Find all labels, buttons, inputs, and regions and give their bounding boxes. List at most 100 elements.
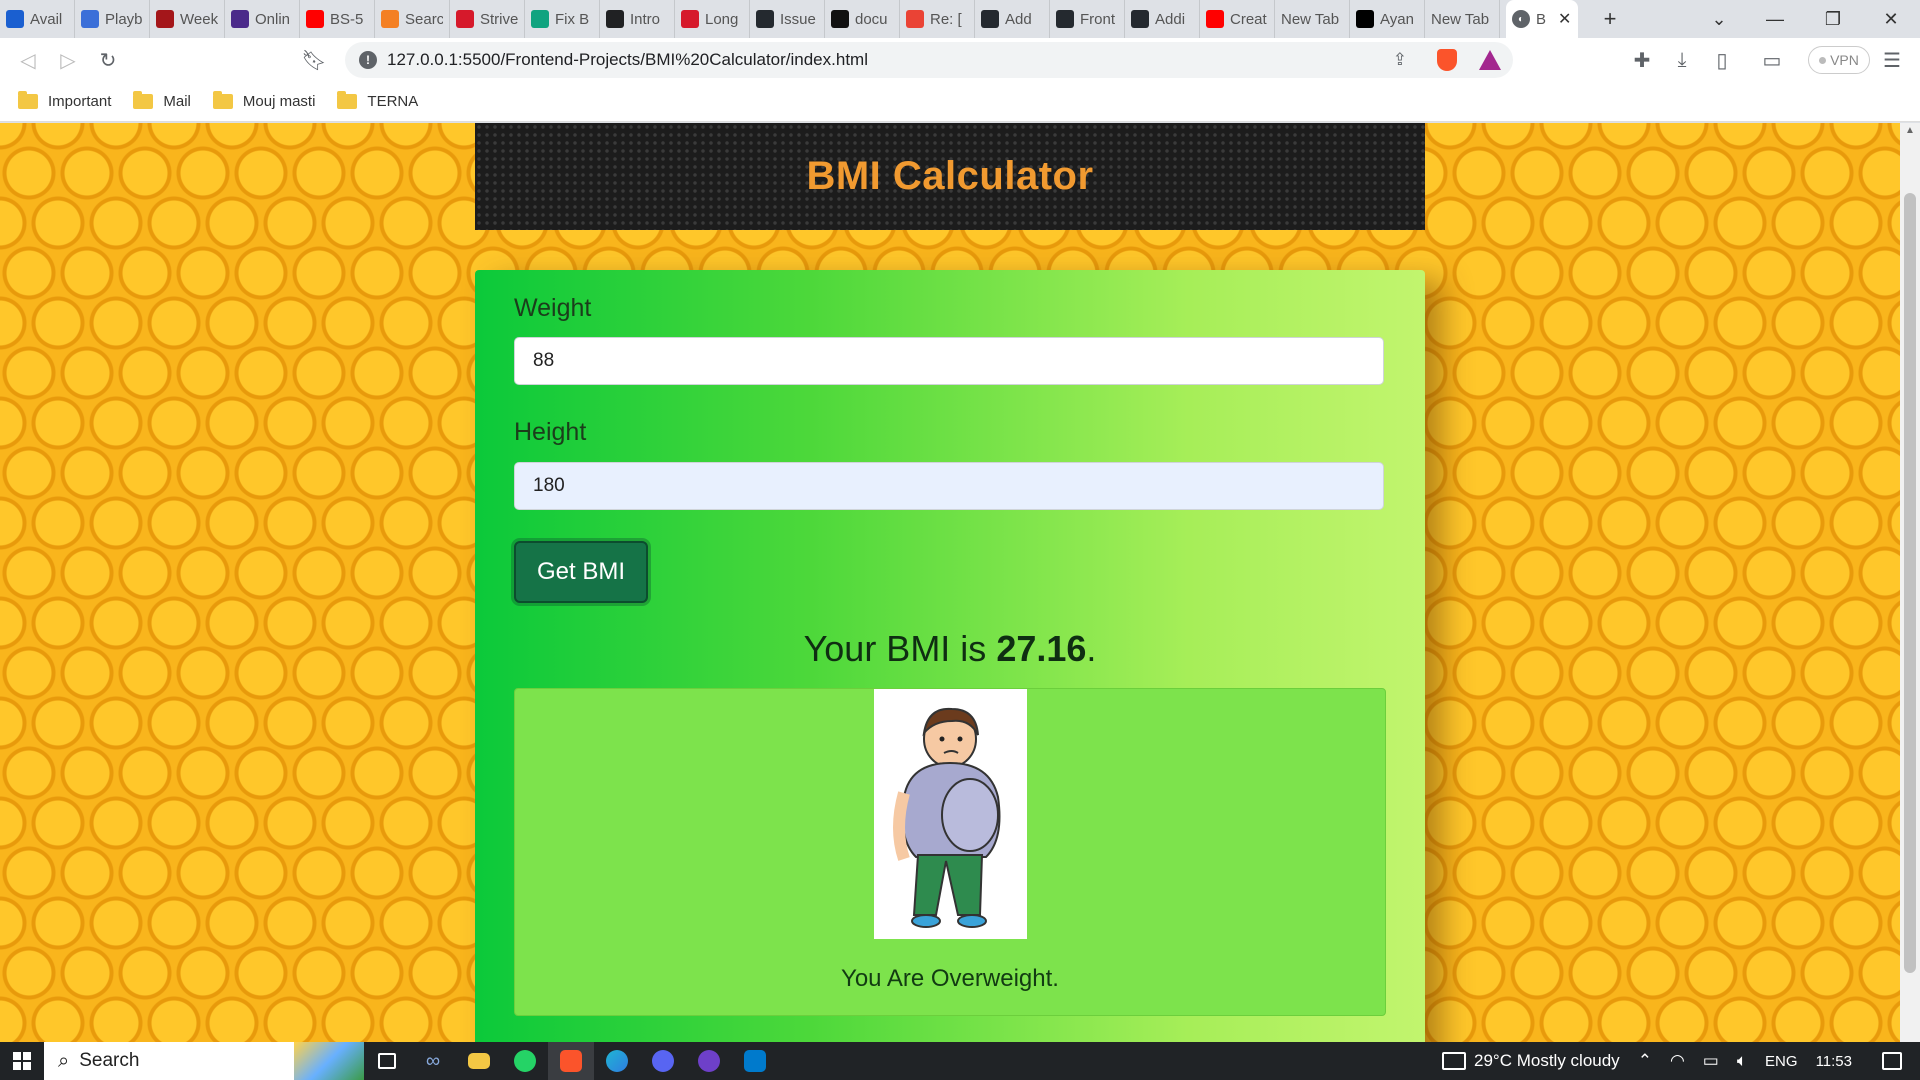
bookmark-label: Mouj masti bbox=[242, 93, 316, 110]
forward-icon[interactable]: ▷ bbox=[48, 40, 88, 80]
menu-icon[interactable]: ☰ bbox=[1872, 40, 1912, 80]
notifications-icon[interactable] bbox=[1882, 1052, 1902, 1070]
scroll-thumb[interactable] bbox=[1904, 193, 1916, 973]
tab[interactable]: New Tab bbox=[1275, 0, 1350, 38]
tab[interactable]: Searc bbox=[375, 0, 450, 38]
tab[interactable]: Week bbox=[150, 0, 225, 38]
bookmark-folder-mail[interactable]: Mail bbox=[133, 91, 191, 110]
vpn-status-icon bbox=[1819, 56, 1827, 64]
brave-icon[interactable] bbox=[548, 1042, 594, 1080]
search-site-icon bbox=[381, 10, 399, 28]
weather-text[interactable]: 29°C Mostly cloudy bbox=[1474, 1051, 1620, 1071]
extensions-icon[interactable]: ✚ bbox=[1622, 40, 1662, 80]
tab-label: Playb bbox=[105, 10, 143, 28]
edge-icon[interactable] bbox=[594, 1042, 640, 1080]
bookmark-folder-mouj-masti[interactable]: Mouj masti bbox=[212, 91, 316, 110]
vpn-label: VPN bbox=[1830, 52, 1859, 68]
brave-shield-icon[interactable] bbox=[1437, 49, 1457, 71]
globe-icon: ◐ bbox=[1512, 10, 1530, 28]
openai-icon bbox=[531, 10, 549, 28]
minimize-button[interactable]: — bbox=[1746, 0, 1804, 38]
result-prefix: Your BMI is bbox=[803, 628, 997, 669]
tab[interactable]: Ayan bbox=[1350, 0, 1425, 38]
bookmark-icon[interactable]: 🔖︎ bbox=[294, 40, 334, 80]
network-icon[interactable]: ◠ bbox=[1670, 1051, 1685, 1071]
bmi-form-card: Weight Height Get BMI Your BMI is 27.16. bbox=[475, 270, 1425, 1042]
start-button[interactable] bbox=[0, 1042, 44, 1080]
clock[interactable]: 11:53 bbox=[1816, 1053, 1852, 1070]
youtube-icon bbox=[306, 10, 324, 28]
tab[interactable]: BS-5 bbox=[300, 0, 375, 38]
tab-label: Creat bbox=[1230, 10, 1267, 28]
bookmark-label: TERNA bbox=[367, 93, 419, 110]
close-window-button[interactable]: ✕ bbox=[1862, 0, 1920, 38]
volume-icon[interactable]: 🔈︎ bbox=[1737, 1051, 1747, 1071]
vpn-button[interactable]: VPN bbox=[1808, 46, 1870, 74]
shield-icon bbox=[156, 10, 174, 28]
tab[interactable]: Fix B bbox=[525, 0, 600, 38]
tab[interactable]: Creat bbox=[1200, 0, 1275, 38]
tab[interactable]: Intro bbox=[600, 0, 675, 38]
browser-toolbar: ◁ ▷ ↻ 🔖︎ ! 127.0.0.1:5500/Frontend-Proje… bbox=[0, 38, 1920, 82]
page-scrollbar[interactable]: ▲ bbox=[1900, 123, 1920, 1042]
tab-label: Re: [ bbox=[930, 10, 962, 28]
tab[interactable]: Long bbox=[675, 0, 750, 38]
tab[interactable]: Add bbox=[975, 0, 1050, 38]
tab[interactable]: docu bbox=[825, 0, 900, 38]
tab[interactable]: Playb bbox=[75, 0, 150, 38]
tab[interactable]: Onlin bbox=[225, 0, 300, 38]
result-suffix: . bbox=[1086, 628, 1097, 669]
tab-label: Addi bbox=[1155, 10, 1186, 28]
tab[interactable]: New Tab bbox=[1425, 0, 1500, 38]
tab[interactable]: Issue bbox=[750, 0, 825, 38]
bookmark-folder-terna[interactable]: TERNA bbox=[337, 91, 419, 110]
vscode-icon[interactable] bbox=[732, 1042, 778, 1080]
folder-icon bbox=[337, 91, 358, 109]
whatsapp-icon[interactable] bbox=[502, 1042, 548, 1080]
sidebar-icon[interactable]: ▯ bbox=[1702, 40, 1742, 80]
ux-icon bbox=[81, 10, 99, 28]
bookmark-label: Important bbox=[48, 93, 112, 110]
taskbar-search[interactable]: ⌕ Search bbox=[44, 1042, 364, 1080]
discord-icon[interactable] bbox=[640, 1042, 686, 1080]
battery-icon[interactable]: ▭ bbox=[1703, 1051, 1719, 1071]
brave-rewards-icon[interactable] bbox=[1479, 50, 1501, 70]
weight-input[interactable] bbox=[514, 337, 1384, 385]
close-tab-icon[interactable]: ✕ bbox=[1558, 9, 1571, 29]
github-desktop-icon[interactable] bbox=[686, 1042, 732, 1080]
bmi-status-text: You Are Overweight. bbox=[841, 965, 1059, 992]
file-explorer-icon[interactable] bbox=[456, 1042, 502, 1080]
tab-label: Issue bbox=[780, 10, 816, 28]
tab[interactable]: Front bbox=[1050, 0, 1125, 38]
tab-label: Front bbox=[1080, 10, 1116, 28]
tab[interactable]: Avail bbox=[0, 0, 75, 38]
p-icon bbox=[831, 10, 849, 28]
language-indicator[interactable]: ENG bbox=[1765, 1053, 1798, 1070]
wallet-icon[interactable]: ▭ bbox=[1752, 40, 1792, 80]
tab[interactable]: Strive bbox=[450, 0, 525, 38]
share-icon[interactable]: ⇪ bbox=[1393, 50, 1407, 70]
chevron-up-icon[interactable]: ⌃ bbox=[1638, 1051, 1652, 1071]
tab[interactable]: Addi bbox=[1125, 0, 1200, 38]
info-icon[interactable]: ! bbox=[359, 51, 377, 69]
gmail-icon bbox=[906, 10, 924, 28]
reload-icon[interactable]: ↻ bbox=[88, 40, 128, 80]
tab-label: docu bbox=[855, 10, 888, 28]
bookmark-folder-important[interactable]: Important bbox=[18, 91, 112, 110]
task-view-icon[interactable] bbox=[364, 1042, 410, 1080]
get-bmi-button[interactable]: Get BMI bbox=[514, 541, 648, 603]
tab-search-icon[interactable]: ⌄ bbox=[1690, 0, 1748, 38]
height-input[interactable] bbox=[514, 462, 1384, 510]
tab-active[interactable]: ◐ B ✕ bbox=[1506, 0, 1578, 38]
back-icon[interactable]: ◁ bbox=[8, 40, 48, 80]
tab-label: New Tab bbox=[1431, 10, 1490, 28]
downloads-icon[interactable]: ⤓ bbox=[1662, 40, 1702, 80]
address-bar[interactable]: ! 127.0.0.1:5500/Frontend-Projects/BMI%2… bbox=[345, 42, 1513, 78]
maximize-button[interactable]: ❐ bbox=[1804, 0, 1862, 38]
new-tab-button[interactable]: + bbox=[1590, 6, 1630, 32]
infinity-icon[interactable]: ∞ bbox=[410, 1042, 456, 1080]
scroll-up-icon[interactable]: ▲ bbox=[1904, 125, 1916, 137]
tab[interactable]: Re: [ bbox=[900, 0, 975, 38]
weather-icon[interactable] bbox=[1442, 1052, 1466, 1070]
page-title: BMI Calculator bbox=[806, 154, 1094, 198]
